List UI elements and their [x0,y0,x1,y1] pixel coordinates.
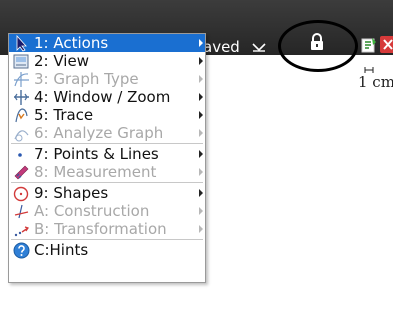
menu-item-label: 3: Graph Type [34,70,139,88]
highlight-circle [278,20,358,72]
hints-icon [13,242,30,259]
submenu-arrow-icon [199,75,203,83]
submenu-arrow-icon [199,129,203,137]
shapes-icon [13,186,29,202]
graph-type-icon [14,72,29,87]
scale-label: 1 cm [358,73,393,91]
view-icon [13,54,29,69]
menu-item-trace[interactable]: 5: Trace [9,106,205,124]
menu-item-measurement[interactable]: 8: Measurement [9,163,205,181]
chevron-down-icon[interactable] [252,42,266,52]
close-icon[interactable] [380,36,393,53]
measurement-icon [14,165,29,180]
menu-item-label: C:Hints [34,241,89,259]
submenu-arrow-icon [199,168,203,176]
menu-item-window-zoom[interactable]: 4: Window / Zoom [9,88,205,106]
menu-item-label: 6: Analyze Graph [34,124,164,142]
analyze-graph-icon [14,130,29,142]
menu-item-hints[interactable]: C:Hints [9,241,205,259]
submenu-arrow-icon [199,189,203,197]
document-status-label: aved [203,38,240,56]
menu-item-label: B: Transformation [34,220,167,238]
trace-icon [15,108,28,123]
menu-item-label: 8: Measurement [34,163,157,181]
actions-dropdown-menu: 1: Actions 2: View 3: Graph Type 4: Wind… [8,33,206,283]
menu-divider [11,239,203,240]
menu-item-label: 4: Window / Zoom [34,88,171,106]
submenu-arrow-icon [199,111,203,119]
menu-item-label: 2: View [34,52,89,70]
menu-item-label: 9: Shapes [34,184,109,202]
menu-divider [11,182,203,183]
window-zoom-icon [14,90,29,105]
menu-item-label: 1: Actions [34,34,109,52]
menu-item-points-lines[interactable]: 7: Points & Lines [9,145,205,163]
submenu-arrow-icon [199,207,203,215]
arrow-pointer-icon [16,35,27,52]
menu-item-graph-type[interactable]: 3: Graph Type [9,70,205,88]
menu-item-label: A: Construction [34,202,150,220]
points-lines-icon [18,153,22,157]
transformation-icon [14,226,29,237]
menu-item-shapes[interactable]: 9: Shapes [9,184,205,202]
submenu-arrow-icon [199,93,203,101]
menu-item-construction[interactable]: A: Construction [9,202,205,220]
menu-item-label: 5: Trace [34,106,94,124]
menu-item-actions[interactable]: 1: Actions [9,34,205,52]
menu-item-analyze-graph[interactable]: 6: Analyze Graph [9,124,205,142]
menu-item-label: 7: Points & Lines [34,145,159,163]
submenu-arrow-icon [199,39,203,47]
menu-divider [11,143,203,144]
tool-icon[interactable] [361,37,377,53]
construction-icon [14,204,29,219]
menu-item-view[interactable]: 2: View [9,52,205,70]
submenu-arrow-icon [199,57,203,65]
submenu-arrow-icon [199,150,203,158]
submenu-arrow-icon [199,225,203,233]
menu-item-transformation[interactable]: B: Transformation [9,220,205,238]
